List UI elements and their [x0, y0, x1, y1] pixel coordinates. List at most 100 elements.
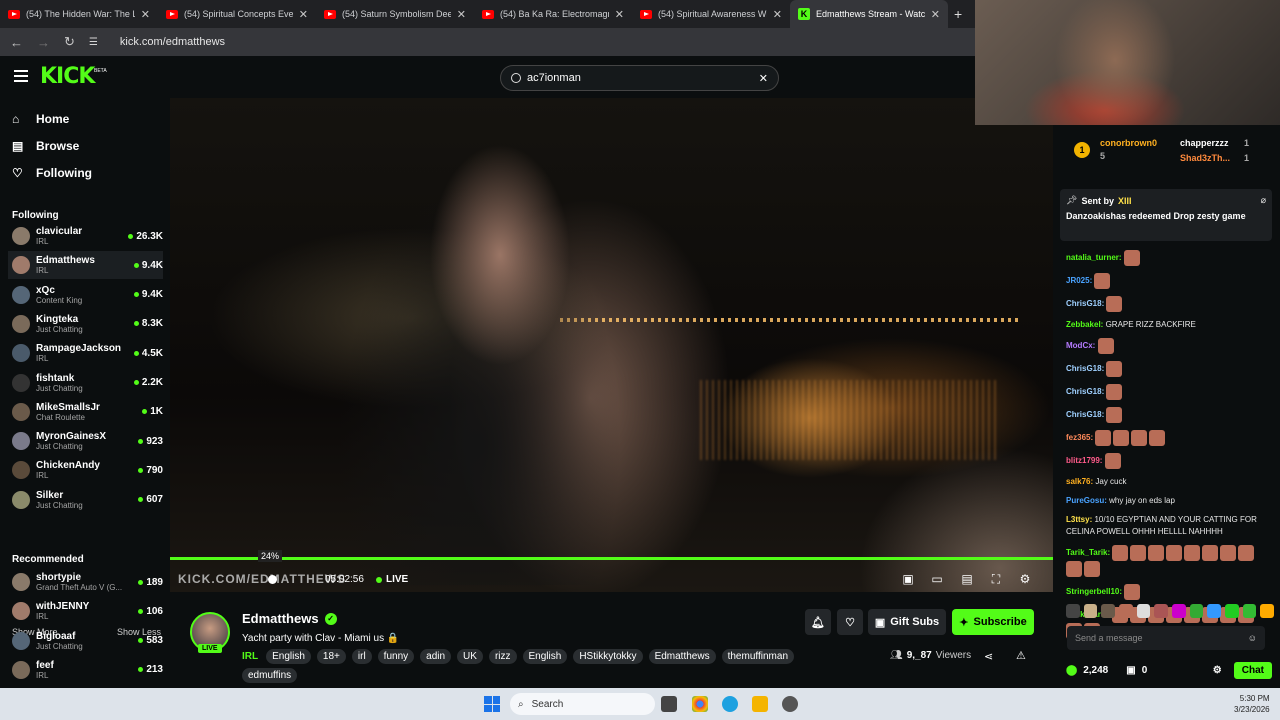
tag-chip[interactable]: edmuffins — [242, 668, 298, 683]
tag-chip[interactable]: adin — [420, 649, 452, 664]
url-field[interactable]: kick.com/edmatthews — [120, 36, 225, 48]
task-view-icon[interactable] — [661, 696, 677, 712]
chat-username[interactable]: L3ttsy: — [1066, 515, 1092, 524]
close-tab-icon[interactable]: ✕ — [931, 8, 940, 21]
chat-username[interactable]: Stringerbell10: — [1066, 587, 1122, 596]
clear-icon[interactable]: ✕ — [759, 72, 768, 85]
emote-icon[interactable] — [1136, 604, 1151, 618]
clip-icon[interactable]: ▤ — [960, 573, 974, 585]
chat-username[interactable]: Zebbakel: — [1066, 320, 1103, 329]
channel-item[interactable]: clavicular IRL 26.3K — [8, 222, 163, 250]
channel-item[interactable]: shortypie Grand Theft Auto V (G... 189 — [8, 568, 163, 596]
browser-tab[interactable]: (54) Spiritual Concepts Everyone ✕ — [158, 0, 316, 28]
gift-count[interactable]: 0 — [1142, 665, 1148, 676]
gift-subs-button[interactable]: ▣ Gift Subs — [868, 609, 946, 635]
emote-icon[interactable] — [1242, 604, 1257, 618]
miniplayer-icon[interactable]: ▣ — [901, 573, 915, 585]
chat-username[interactable]: ModCx: — [1066, 341, 1095, 350]
tag-chip[interactable]: themuffinman — [721, 649, 794, 664]
channel-item[interactable]: fishtank Just Chatting 2.2K — [8, 369, 163, 397]
chat-username[interactable]: blitz1799: — [1066, 456, 1102, 465]
chat-username[interactable]: salk76: — [1066, 477, 1093, 486]
menu-icon[interactable] — [14, 70, 28, 82]
tag-chip[interactable]: funny — [377, 649, 415, 664]
seek-handle[interactable] — [268, 575, 277, 584]
emote-icon[interactable] — [1154, 604, 1169, 618]
follow-button[interactable]: ♡ — [837, 609, 863, 635]
close-tab-icon[interactable]: ✕ — [299, 8, 308, 21]
emote-icon[interactable] — [1101, 604, 1116, 618]
back-icon[interactable]: ← — [10, 35, 23, 50]
tag-chip[interactable]: irl — [351, 649, 372, 664]
top-gifter-2[interactable]: chapperzzz — [1180, 138, 1229, 148]
emote-icon[interactable] — [1119, 604, 1133, 618]
close-tab-icon[interactable]: ✕ — [141, 8, 150, 21]
settings-icon[interactable]: ⚙ — [1018, 573, 1032, 585]
channel-item[interactable]: xQc Content King 9.4K — [8, 281, 163, 309]
file-explorer-icon[interactable] — [752, 696, 768, 712]
emote-icon[interactable] — [1260, 604, 1275, 618]
channel-item[interactable]: MikeSmallsJr Chat Roulette 1K — [8, 398, 163, 426]
chat-username[interactable]: ChrisG18: — [1066, 387, 1104, 396]
emote-icon[interactable] — [1225, 604, 1239, 618]
nav-home[interactable]: ⌂ Home — [12, 112, 69, 126]
kick-logo[interactable]: KICK — [40, 64, 95, 89]
new-tab-icon[interactable]: + — [954, 6, 962, 22]
share-icon[interactable]: ⋖ — [984, 650, 993, 663]
report-icon[interactable]: ⚠ — [1016, 649, 1026, 662]
tag-chip[interactable]: rizz — [488, 649, 517, 664]
close-tab-icon[interactable]: ✕ — [457, 8, 466, 21]
browser-tab[interactable]: (54) Ba Ka Ra: Electromagnetic ✕ — [474, 0, 632, 28]
chat-input[interactable]: Send a message ☺ — [1067, 626, 1265, 650]
browser-tab[interactable]: K Edmatthews Stream - Watc ✕ — [790, 0, 948, 28]
chat-send-button[interactable]: Chat — [1233, 661, 1272, 679]
channel-item[interactable]: Edmatthews IRL 9.4K — [8, 251, 163, 280]
live-indicator[interactable]: LIVE — [376, 574, 408, 585]
chat-username[interactable]: ChrisG18: — [1066, 299, 1104, 308]
browser-tab[interactable]: (54) Spiritual Awareness Will Ru ✕ — [632, 0, 790, 28]
emote-icon[interactable] — [1207, 604, 1222, 618]
chat-username[interactable]: JR025: — [1066, 276, 1092, 285]
emote-icon[interactable] — [1066, 604, 1080, 618]
tag-chip[interactable]: English — [522, 649, 568, 664]
channel-item[interactable]: feef IRL 213 — [8, 656, 163, 684]
emote-icon[interactable] — [1189, 604, 1204, 618]
browser-tab[interactable]: (54) Saturn Symbolism Deep Di ✕ — [316, 0, 474, 28]
forward-icon[interactable]: → — [37, 35, 50, 50]
tag-chip[interactable]: UK — [457, 649, 483, 664]
channel-item[interactable]: ChickenAndy IRL 790 — [8, 456, 163, 484]
theater-icon[interactable]: ▭ — [930, 573, 944, 585]
fullscreen-icon[interactable]: ⛶ — [989, 573, 1003, 585]
progress-bar[interactable] — [170, 557, 1053, 560]
chat-username[interactable]: natalia_turner: — [1066, 253, 1122, 262]
windows-start-icon[interactable] — [484, 696, 500, 712]
chrome-icon[interactable] — [692, 696, 708, 712]
chat-username[interactable]: ChrisG18: — [1066, 410, 1104, 419]
app-icon[interactable] — [782, 696, 798, 712]
close-tab-icon[interactable]: ✕ — [773, 8, 782, 21]
taskbar-search[interactable]: ⌕ Search — [510, 693, 655, 715]
tag-chip[interactable]: Edmatthews — [648, 649, 716, 664]
nav-browse[interactable]: ▤ Browse — [12, 139, 79, 153]
top-gifter-3[interactable]: Shad3zTh... — [1180, 153, 1230, 163]
channel-item[interactable]: Silker Just Chatting 607 — [8, 486, 163, 514]
nav-following[interactable]: ♡ Following — [12, 166, 92, 180]
points-count[interactable]: 2,248 — [1083, 665, 1108, 676]
channel-item[interactable]: RampageJackson IRL 4.5K — [8, 339, 163, 367]
emoji-icon[interactable]: ☺ — [1248, 633, 1257, 643]
channel-item[interactable]: MyronGainesX Just Chatting 923 — [8, 427, 163, 455]
channel-item[interactable]: Kingteka Just Chatting 8.3K — [8, 310, 163, 338]
chat-username[interactable]: PureGosu: — [1066, 496, 1107, 505]
tag-chip[interactable]: 18+ — [316, 649, 346, 664]
chat-username[interactable]: fez365: — [1066, 433, 1093, 442]
close-tab-icon[interactable]: ✕ — [615, 8, 624, 21]
chat-settings-icon[interactable]: ⚙ — [1213, 665, 1222, 676]
top-gifter-1[interactable]: conorbrown0 — [1100, 138, 1157, 148]
system-clock[interactable]: 5:30 PM 3/23/2026 — [1234, 693, 1270, 715]
pinned-message[interactable]: 📌︎ Sent by XIII ⌀ Danzoakishas redeemed … — [1060, 189, 1272, 241]
reload-icon[interactable]: ↻ — [64, 34, 75, 50]
chat-username[interactable]: ChrisG18: — [1066, 364, 1104, 373]
emote-icon[interactable] — [1172, 604, 1186, 618]
edge-icon[interactable] — [722, 696, 738, 712]
emote-bar[interactable] — [1066, 604, 1275, 618]
